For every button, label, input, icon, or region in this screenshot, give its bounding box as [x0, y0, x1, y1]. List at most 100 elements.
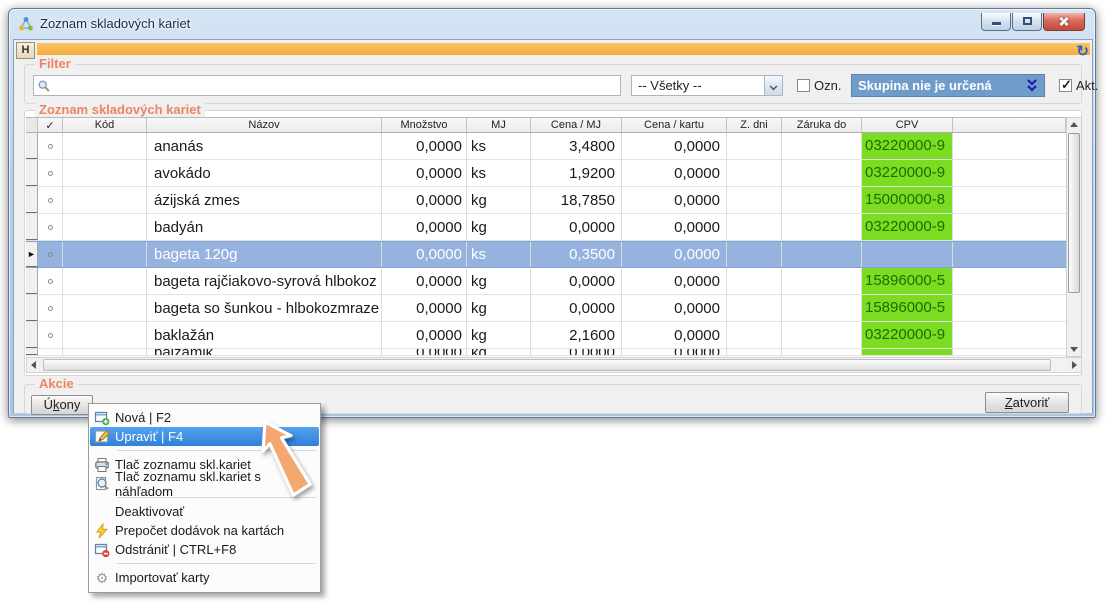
cell-mnozstvo: 0,0000 — [382, 242, 467, 267]
cell-cena-kartu: 0,0000 — [622, 322, 727, 348]
table-row-selected[interactable]: ► bageta 120g 0,0000 ks 0,3500 0,0000 — [26, 241, 1066, 268]
minimize-icon — [992, 22, 1001, 25]
table-row-partial[interactable]: balzamik 0,0000 kg 0,0000 0,0000 1589600… — [26, 349, 1066, 356]
menu-item-odstranit[interactable]: Odstrániť | CTRL+F8 — [90, 540, 319, 559]
app-logo-icon — [18, 16, 34, 32]
triangle-down-icon — [1070, 347, 1078, 352]
maximize-button[interactable] — [1012, 13, 1042, 31]
table-row[interactable]: avokádo 0,0000 ks 1,9200 0,0000 03220000… — [26, 160, 1066, 187]
row-indicator — [26, 133, 38, 159]
cell-mnozstvo: 0,0000 — [382, 160, 467, 186]
horizontal-scroll-thumb[interactable] — [43, 359, 1051, 371]
menu-item-label: Upraviť | F4 — [115, 429, 183, 444]
cell-mj: ks — [467, 133, 531, 159]
cell-cpv: 15896000-5 — [862, 295, 952, 321]
cell-mj: kg — [467, 214, 531, 240]
row-status-icon — [48, 279, 53, 284]
refresh-icon[interactable]: ↻ — [1076, 44, 1089, 60]
cell-mj: ks — [467, 242, 531, 267]
ozn-checkbox-row: Ozn. — [797, 78, 841, 93]
stock-cards-group-label: Zoznam skladových kariet — [35, 102, 205, 117]
row-status-icon — [48, 144, 53, 149]
col-header-check[interactable]: ✓ — [38, 118, 63, 132]
row-status-icon — [48, 198, 53, 203]
scroll-right-button[interactable] — [1067, 358, 1081, 372]
cell-nazov: bageta rajčiakovo-syrová hlbokoz — [147, 268, 382, 294]
menu-item-label: Deaktivovať — [115, 504, 184, 519]
col-header-cena-kartu[interactable]: Cena / kartu — [622, 118, 727, 132]
triangle-right-icon — [1072, 361, 1077, 369]
close-button[interactable] — [1043, 13, 1085, 31]
search-input[interactable] — [33, 75, 621, 96]
ozn-checkbox[interactable] — [797, 79, 810, 92]
table-row[interactable]: baklažán 0,0000 kg 2,1600 0,0000 0322000… — [26, 322, 1066, 349]
new-card-icon — [93, 410, 111, 426]
cell-cpv — [862, 242, 952, 267]
zatvorit-button[interactable]: Zatvoriť — [985, 392, 1069, 413]
h-button[interactable]: H — [16, 42, 35, 59]
vertical-scroll-thumb[interactable] — [1068, 133, 1080, 293]
cell-mnozstvo: 0,0000 — [382, 322, 467, 348]
minimize-button[interactable] — [981, 13, 1011, 31]
cell-mnozstvo: 0,0000 — [382, 214, 467, 240]
window-controls — [980, 13, 1085, 31]
col-header-kod[interactable]: Kód — [63, 118, 147, 132]
col-header-mj[interactable]: MJ — [467, 118, 531, 132]
horizontal-scrollbar[interactable] — [26, 357, 1082, 373]
print-icon — [93, 457, 111, 473]
cell-cena-kartu: 0,0000 — [622, 268, 727, 294]
gear-icon: ⚙ — [93, 570, 111, 586]
cell-nazov: ananás — [147, 133, 382, 159]
cell-mj: ks — [467, 160, 531, 186]
cell-cpv: 03220000-9 — [862, 133, 952, 159]
cell-cena-kartu: 0,0000 — [622, 133, 727, 159]
cell-cena-mj: 0,0000 — [531, 214, 622, 240]
scroll-down-button[interactable] — [1067, 342, 1081, 356]
table-row[interactable]: bageta rajčiakovo-syrová hlbokoz 0,0000 … — [26, 268, 1066, 295]
cell-mnozstvo: 0,0000 — [382, 187, 467, 213]
cell-nazov: badyán — [147, 214, 382, 240]
cell-mj: kg — [467, 349, 531, 355]
col-header-mnozstvo[interactable]: Množstvo — [382, 118, 467, 132]
table-row[interactable]: ázijská zmes 0,0000 kg 18,7850 0,0000 15… — [26, 187, 1066, 214]
stock-cards-table: ✓ Kód Názov Množstvo MJ Cena / MJ Cena /… — [26, 117, 1066, 356]
no-icon — [93, 504, 111, 520]
group-filter-value: Skupina nie je určená — [858, 75, 992, 96]
category-dropdown[interactable]: -- Všetky -- — [631, 75, 783, 96]
vertical-scrollbar[interactable] — [1066, 117, 1082, 357]
ukony-button[interactable]: Úkony — [31, 395, 93, 415]
table-row[interactable]: bageta so šunkou - hlbokozmraze 0,0000 k… — [26, 295, 1066, 322]
cursor-arrow-icon — [218, 410, 368, 530]
cell-cena-mj: 1,9200 — [531, 160, 622, 186]
row-status-icon — [48, 333, 53, 338]
cell-nazov: balzamik — [147, 349, 382, 355]
row-status-icon — [48, 225, 53, 230]
akt-label: Akt. — [1076, 78, 1098, 93]
scroll-up-button[interactable] — [1067, 118, 1081, 132]
col-header-cpv[interactable]: CPV — [862, 118, 953, 132]
menu-item-importovat[interactable]: ⚙ Importovať karty — [90, 568, 319, 587]
col-header-z-dni[interactable]: Z. dni — [727, 118, 782, 132]
cell-cena-kartu: 0,0000 — [622, 295, 727, 321]
col-header-filler — [953, 118, 1066, 132]
dropdown-button[interactable] — [764, 76, 782, 95]
current-row-marker-icon: ► — [27, 250, 36, 259]
col-header-cena-mj[interactable]: Cena / MJ — [531, 118, 622, 132]
cell-cena-kartu: 0,0000 — [622, 242, 727, 267]
ozn-label: Ozn. — [814, 78, 841, 93]
col-header-nazov[interactable]: Názov — [147, 118, 382, 132]
client-area: H ↻ Filter -- Všetky -- Ozn. Skupi — [13, 39, 1093, 413]
cell-cpv: 15896000-5 — [862, 268, 952, 294]
row-status-icon — [48, 171, 53, 176]
col-header-zaruka-do[interactable]: Záruka do — [782, 118, 862, 132]
scroll-left-button[interactable] — [27, 358, 41, 372]
cell-cpv: 03220000-9 — [862, 322, 952, 348]
group-filter-field[interactable]: Skupina nie je určená — [851, 74, 1045, 97]
menu-item-label: Odstrániť | CTRL+F8 — [115, 542, 236, 557]
table-row[interactable]: ananás 0,0000 ks 3,4800 0,0000 03220000-… — [26, 133, 1066, 160]
cell-cena-kartu: 0,0000 — [622, 160, 727, 186]
cell-mj: kg — [467, 268, 531, 294]
cell-nazov: baklažán — [147, 322, 382, 348]
akt-checkbox[interactable]: ✓ — [1059, 79, 1072, 92]
table-row[interactable]: badyán 0,0000 kg 0,0000 0,0000 03220000-… — [26, 214, 1066, 241]
